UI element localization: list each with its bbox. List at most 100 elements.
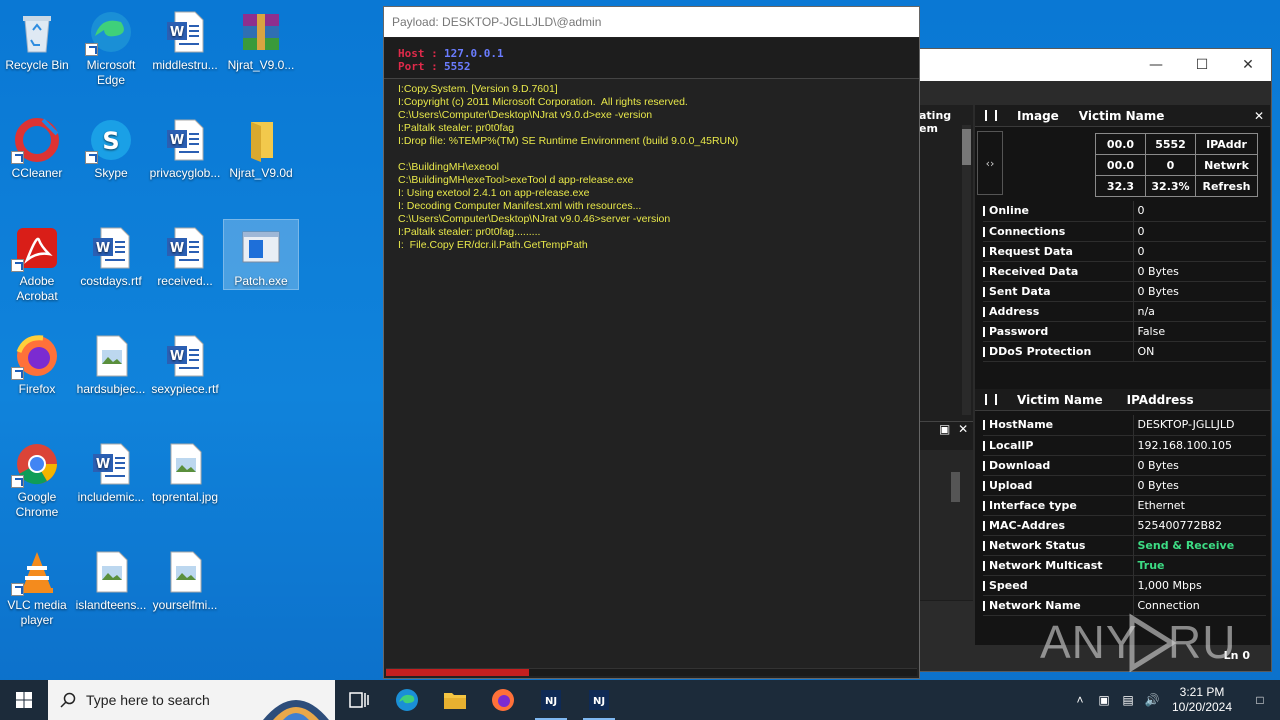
log-line: I: File.Copy ER/dcr.il.Path.GetTempPath (398, 239, 588, 251)
start-button[interactable] (0, 680, 48, 720)
info-row[interactable]: Password False (983, 321, 1266, 342)
scrollbar[interactable] (962, 125, 971, 415)
column-header-victim-name[interactable]: Victim Name (1017, 393, 1103, 407)
info-value: 1,000 Mbps (1133, 575, 1266, 596)
info-row[interactable]: Upload 0 Bytes (983, 475, 1266, 496)
desktop-icon-patch-exe[interactable]: Patch.exe (223, 219, 299, 290)
minimize-icon[interactable]: — (1133, 57, 1179, 73)
svg-text:RUN: RUN (1168, 616, 1240, 668)
shortcut-arrow-icon (85, 43, 98, 56)
close-icon[interactable]: ✕ (1254, 109, 1264, 123)
info-key: Speed (983, 575, 1134, 596)
info-row[interactable]: LocalIP 192.168.100.105 (983, 435, 1266, 456)
column-header-ipaddress[interactable]: IPAddress (1127, 393, 1194, 407)
info-row[interactable]: Connections 0 (983, 221, 1266, 242)
taskbar-njrat-1[interactable]: NJ (527, 680, 575, 720)
desktop-icon-adobe-acrobat[interactable]: Adobe Acrobat (0, 220, 74, 304)
search-highlight-icon (263, 700, 329, 720)
desktop-icon-received[interactable]: Wreceived... (148, 220, 222, 289)
taskbar-file-explorer[interactable] (431, 680, 479, 720)
info-row[interactable]: MAC-Addres 525400772B82 (983, 515, 1266, 536)
desktop-icon-recycle-bin[interactable]: Recycle Bin (0, 4, 74, 73)
scrollbar-thumb[interactable] (962, 129, 971, 165)
console-log: I:Copy.System. [Version 9.D.7601] I:Copyr… (384, 79, 919, 252)
info-row[interactable]: Network Multicast True (983, 555, 1266, 576)
connection-info-table: Online 0 Connections 0 Request Data 0 Received… (983, 201, 1266, 362)
info-row[interactable]: Speed 1,000 Mbps (983, 575, 1266, 596)
log-line: C:\Users\Computer\Desktop\NJrat v9.0.d>e… (398, 109, 653, 121)
log-line: I:Copyright (c) 2011 Microsoft Corporati… (398, 96, 688, 108)
payload-console-window[interactable]: Payload: DESKTOP-JGLLJLD\@admin Host : 12… (383, 6, 920, 679)
desktop-icon-firefox[interactable]: Firefox (0, 328, 74, 397)
taskbar-edge[interactable] (383, 680, 431, 720)
svg-text:ANY: ANY (1040, 616, 1138, 668)
search-box[interactable]: Type here to search (48, 680, 335, 720)
console-title[interactable]: Payload: DESKTOP-JGLLJLD\@admin (384, 7, 919, 37)
info-key: Interface type (983, 495, 1134, 516)
desktop-icon-islandteens[interactable]: islandteens... (74, 544, 148, 613)
network-adapter-icon[interactable]: ▣ (1092, 693, 1116, 707)
stats-action-button[interactable]: Refresh (1195, 175, 1258, 197)
maximize-icon[interactable]: ☐ (1179, 57, 1225, 73)
column-header-image[interactable]: Image (1017, 109, 1059, 123)
column-header-victim-name[interactable]: Victim Name (1079, 109, 1165, 123)
desktop-icon-ccleaner[interactable]: CCleaner (0, 112, 74, 181)
info-row[interactable]: Download 0 Bytes (983, 455, 1266, 476)
desktop-icon-sexypiece-rtf[interactable]: Wsexypiece.rtf (148, 328, 222, 397)
close-icon[interactable]: ✕ (958, 422, 968, 436)
main-window-titlebar[interactable]: — ☐ ✕ (901, 49, 1271, 81)
clock[interactable]: 3:21 PM 10/20/2024 (1164, 685, 1240, 715)
volume-icon[interactable]: 🔊 (1140, 693, 1164, 707)
stats-action-button[interactable]: IPAddr (1195, 133, 1258, 155)
svg-text:NJ: NJ (593, 696, 605, 707)
desktop-icon-vlc-media-player[interactable]: VLC media player (0, 544, 74, 628)
info-value: 0 Bytes (1133, 281, 1266, 302)
expand-toggle-icon[interactable]: ‹› (977, 131, 1003, 195)
chevron-up-icon[interactable]: ˄ (1068, 693, 1092, 707)
info-row[interactable]: DDoS Protection ON (983, 341, 1266, 362)
desktop-icon-includemic[interactable]: Wincludemic... (74, 436, 148, 505)
network-icon[interactable]: ▤ (1116, 693, 1140, 707)
victim-header: Victim Name IPAddress (975, 389, 1270, 411)
exe-window-icon (237, 224, 285, 272)
restore-icon[interactable]: ▣ (939, 422, 950, 436)
desktop-icon-middlestru[interactable]: Wmiddlestru... (148, 4, 222, 73)
desktop-icon-skype[interactable]: S Skype (74, 112, 148, 181)
shortcut-arrow-icon (11, 367, 24, 380)
info-row[interactable]: Interface type Ethernet (983, 495, 1266, 516)
desktop-icon-njrat-v9-0[interactable]: Njrat_V9.0... (224, 4, 298, 73)
desktop-icon-hardsubjec[interactable]: hardsubjec... (74, 328, 148, 397)
task-view-button[interactable] (335, 680, 383, 720)
info-row[interactable]: Online 0 (983, 201, 1266, 222)
info-row[interactable]: Address n/a (983, 301, 1266, 322)
taskbar-njrat-2[interactable]: NJ (575, 680, 623, 720)
svg-text:W: W (96, 241, 110, 256)
chrome-icon (11, 440, 61, 488)
clock-time: 3:21 PM (1179, 685, 1225, 699)
close-icon[interactable]: ✕ (1225, 57, 1271, 73)
scrollbar-thumb[interactable] (951, 472, 960, 502)
info-row[interactable]: HostName DESKTOP-JGLLJLD (983, 415, 1266, 436)
desktop-icon-label: Firefox (18, 382, 56, 396)
lower-list (919, 450, 973, 600)
desktop-icon-google-chrome[interactable]: Google Chrome (0, 436, 74, 520)
info-row[interactable]: Request Data 0 (983, 241, 1266, 262)
info-row[interactable]: Received Data 0 Bytes (983, 261, 1266, 282)
info-row[interactable]: Network Status Send & Receive (983, 535, 1266, 556)
svg-text:W: W (170, 25, 184, 40)
desktop-icon-njrat-v9-0d[interactable]: Njrat_V9.0d (224, 112, 298, 181)
info-value: Ethernet (1133, 495, 1266, 516)
info-row[interactable]: Sent Data 0 Bytes (983, 281, 1266, 302)
stats-action-button[interactable]: Netwrk (1195, 154, 1258, 176)
info-value: 0 (1133, 221, 1266, 242)
desktop-icon-costdays-rtf[interactable]: Wcostdays.rtf (74, 220, 148, 289)
victim-info-panel: Image Victim Name ✕ ‹› 00.0 5552 IPAddr 00.… (975, 105, 1270, 645)
info-key: HostName (983, 415, 1134, 436)
desktop-icon-privacyglob[interactable]: Wprivacyglob... (148, 112, 222, 181)
desktop-icon-yourselfmi[interactable]: yourselfmi... (148, 544, 222, 613)
desktop-icon-microsoft-edge[interactable]: Microsoft Edge (74, 4, 148, 88)
desktop-icon-toprental-jpg[interactable]: toprental.jpg (148, 436, 222, 505)
folder-icon (444, 693, 466, 709)
taskbar-firefox[interactable] (479, 680, 527, 720)
notification-icon[interactable]: □ (1240, 693, 1280, 707)
